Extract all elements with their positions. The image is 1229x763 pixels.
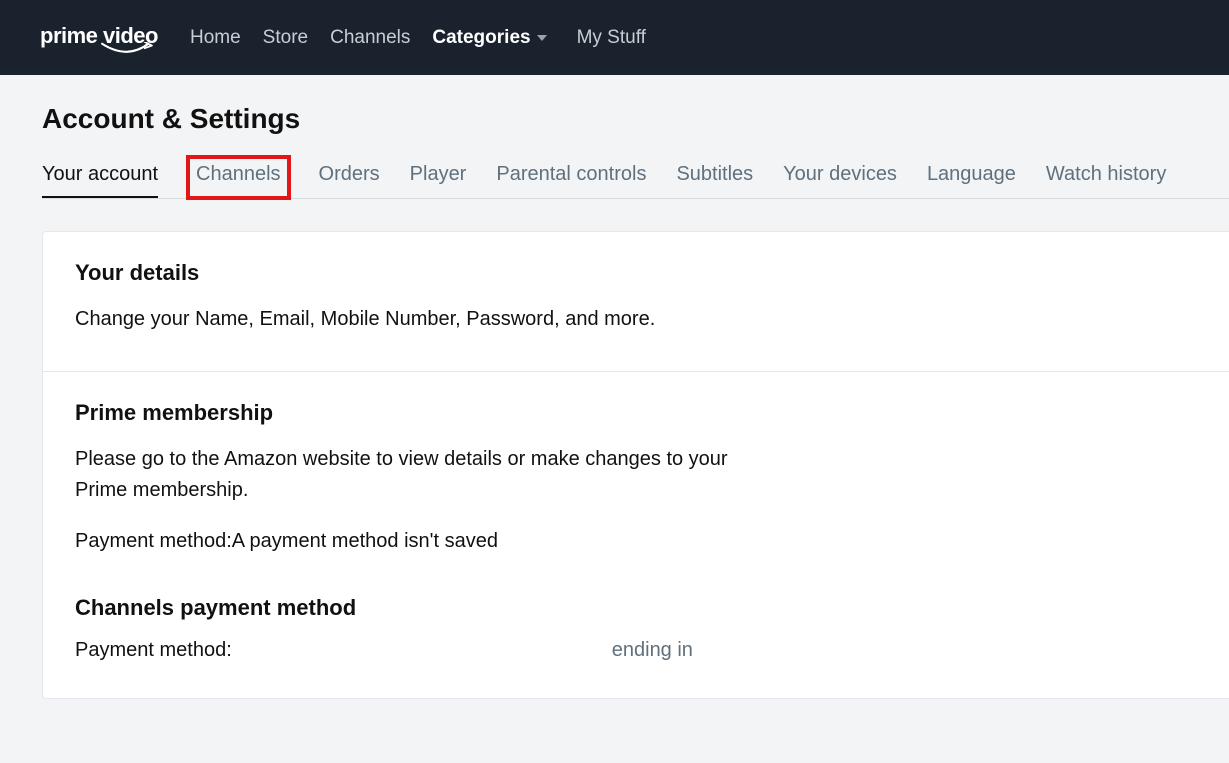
nav-label: Home (190, 27, 241, 49)
prime-video-logo[interactable]: prime video (40, 23, 158, 63)
tab-label: Watch history (1046, 163, 1166, 185)
tab-your-devices[interactable]: Your devices (783, 163, 897, 198)
tab-parental-controls[interactable]: Parental controls (496, 163, 646, 198)
section-your-details: Your details Change your Name, Email, Mo… (43, 232, 1229, 372)
tab-language[interactable]: Language (927, 163, 1016, 198)
tab-label: Channels (196, 163, 281, 185)
page-title: Account & Settings (42, 103, 1229, 135)
tab-subtitles[interactable]: Subtitles (676, 163, 753, 198)
payment-method-line: Payment method:A payment method isn't sa… (75, 526, 755, 557)
section-title: Channels payment method (75, 595, 1229, 621)
nav-links: Home Store Channels Categories My Stuff (190, 27, 646, 49)
tab-orders[interactable]: Orders (319, 163, 380, 198)
payment-method-label: Payment method: (75, 639, 232, 662)
settings-tabs: Your account Channels Orders Player Pare… (42, 163, 1229, 199)
section-prime-membership: Prime membership Please go to the Amazon… (43, 372, 1229, 698)
nav-label: Categories (432, 27, 530, 49)
tab-channels[interactable]: Channels (188, 157, 289, 198)
tab-label: Subtitles (676, 163, 753, 185)
amazon-smile-icon (98, 42, 156, 58)
nav-label: Channels (330, 27, 410, 49)
tab-watch-history[interactable]: Watch history (1046, 163, 1166, 198)
nav-store[interactable]: Store (263, 27, 308, 49)
nav-label: My Stuff (577, 27, 646, 49)
tab-label: Your devices (783, 163, 897, 185)
tab-label: Orders (319, 163, 380, 185)
chevron-down-icon (537, 35, 547, 41)
tab-label: Your account (42, 163, 158, 185)
section-title: Prime membership (75, 400, 1229, 426)
nav-channels[interactable]: Channels (330, 27, 410, 49)
section-text: Please go to the Amazon website to view … (75, 444, 755, 506)
tab-your-account[interactable]: Your account (42, 163, 158, 198)
nav-label: Store (263, 27, 308, 49)
tab-label: Player (410, 163, 467, 185)
top-nav: prime video Home Store Channels Categori… (0, 0, 1229, 75)
tab-label: Language (927, 163, 1016, 185)
section-channels-payment: Channels payment method Payment method: … (75, 595, 1229, 662)
nav-categories[interactable]: Categories (432, 27, 546, 49)
tab-player[interactable]: Player (410, 163, 467, 198)
nav-my-stuff[interactable]: My Stuff (577, 27, 646, 49)
page-body: Account & Settings Your account Channels… (0, 75, 1229, 699)
payment-method-row: Payment method: ending in (75, 639, 1229, 662)
nav-home[interactable]: Home (190, 27, 241, 49)
tab-label: Parental controls (496, 163, 646, 185)
settings-card: Your details Change your Name, Email, Mo… (42, 231, 1229, 699)
section-title: Your details (75, 260, 1229, 286)
payment-method-value: ending in (612, 639, 693, 662)
section-text: Change your Name, Email, Mobile Number, … (75, 304, 755, 335)
